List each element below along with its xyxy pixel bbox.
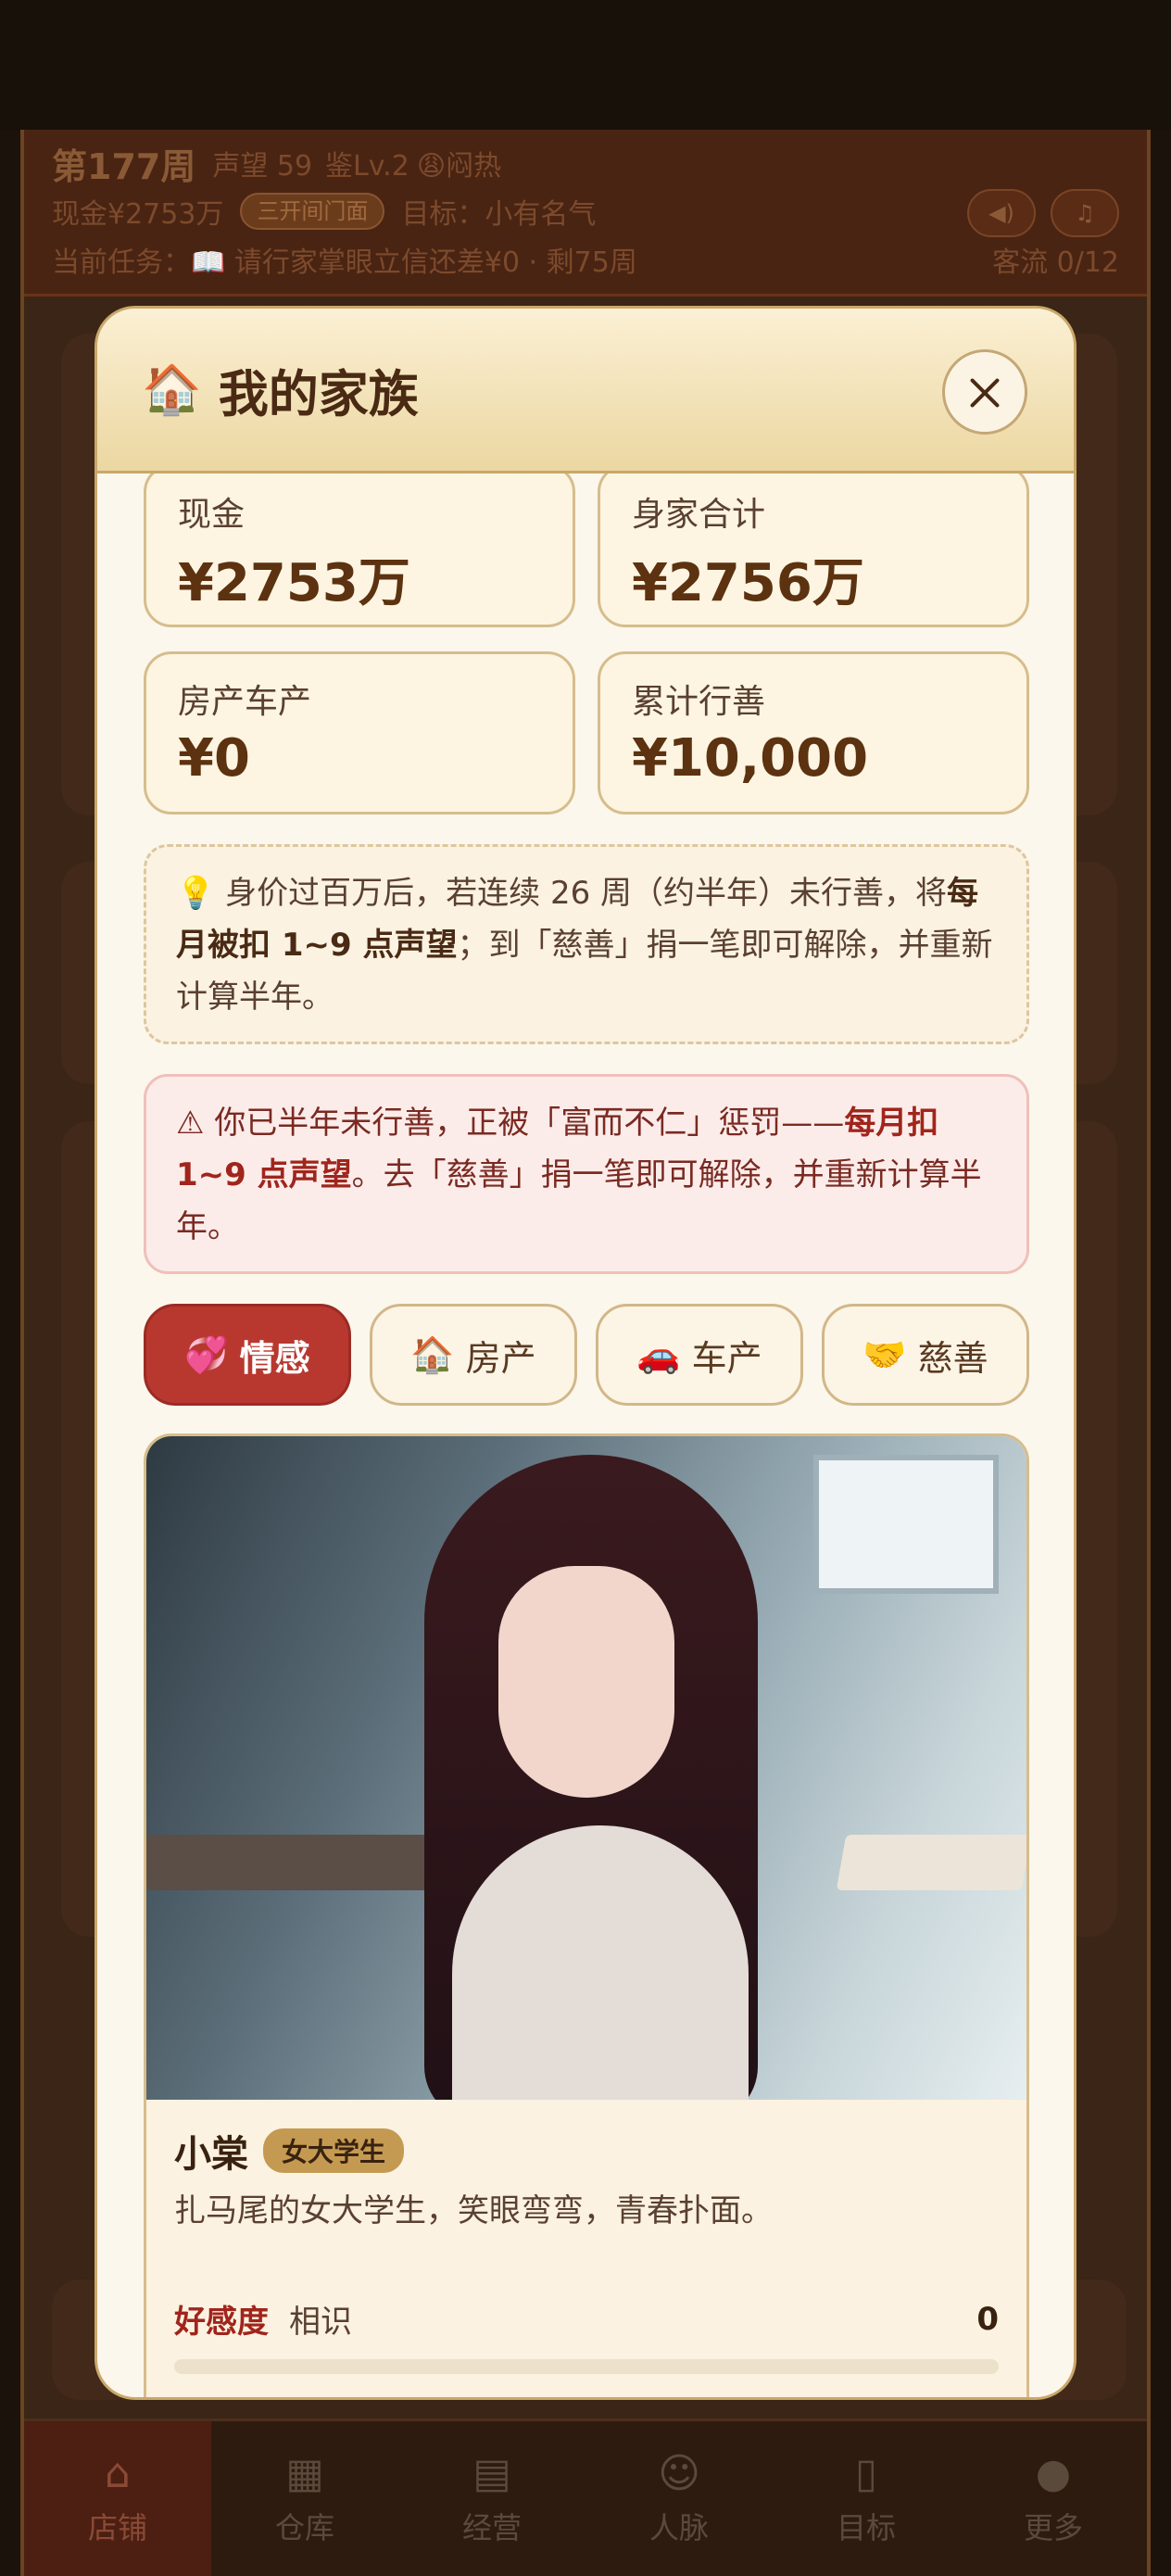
- stat-label: 房产车产: [178, 683, 312, 721]
- hearts-icon: 💞: [184, 1333, 229, 1375]
- warning-text: ⚠ 你已半年未行善，正被「富而不仁」惩罚——: [176, 1105, 845, 1142]
- stat-label: 现金: [178, 496, 246, 534]
- visitor-count: 客流 0/12: [992, 246, 1119, 279]
- nav-label: 店铺: [87, 2510, 147, 2545]
- companion-card: 小棠 女大学生 扎马尾的女大学生，笑眼弯弯，青春扑面。 好感度 相识 0: [144, 1433, 1029, 2397]
- companion-description: 扎马尾的女大学生，笑眼弯弯，青春扑面。: [174, 2192, 773, 2229]
- photo-book: [836, 1835, 1026, 1890]
- music-note-icon[interactable]: ♫: [1051, 189, 1119, 237]
- handshake-icon: 🤝: [863, 1333, 907, 1375]
- speaker-icon[interactable]: ◀): [967, 189, 1036, 237]
- photo-window: [813, 1455, 999, 1594]
- nav-label: 目标: [836, 2510, 896, 2545]
- photo-desk: [146, 1835, 443, 1890]
- ledger-icon: ▤: [472, 2450, 511, 2497]
- stat-cash: 现金 ¥2753万: [144, 474, 575, 627]
- tab-property[interactable]: 🏠 房产: [370, 1304, 577, 1406]
- nav-goals[interactable]: ▯ 目标: [773, 2421, 960, 2576]
- target-icon: ▯: [854, 2450, 878, 2497]
- penalty-warning: ⚠ 你已半年未行善，正被「富而不仁」惩罚——每月扣 1~9 点声望。去「慈善」捐…: [144, 1074, 1029, 1274]
- reputation-value: 声望 59: [212, 150, 313, 183]
- stat-value: ¥0: [178, 728, 250, 789]
- current-task: 当前任务：📖 请行家掌眼立信还差¥0 · 剩75周: [52, 246, 637, 279]
- nav-warehouse[interactable]: ▦ 仓库: [211, 2421, 398, 2576]
- nav-label: 人脉: [648, 2510, 709, 2545]
- nav-more[interactable]: ● 更多: [960, 2421, 1147, 2576]
- appraisal-level: 鉴Lv.2: [325, 150, 409, 183]
- people-icon: ☺: [658, 2450, 700, 2497]
- warehouse-icon: ▦: [285, 2450, 324, 2497]
- house-icon: 🏠: [142, 362, 202, 418]
- more-icon: ●: [1035, 2450, 1072, 2497]
- tab-vehicle[interactable]: 🚗 车产: [596, 1304, 803, 1406]
- nav-label: 更多: [1023, 2510, 1083, 2545]
- tip-text: 💡 身价过百万后，若连续 26 周（约半年）未行善，将: [176, 875, 948, 912]
- nav-label: 仓库: [274, 2510, 334, 2545]
- nav-business[interactable]: ▤ 经营: [398, 2421, 586, 2576]
- hud-header: 第177周 声望 59 鉴Lv.2 😩闷热 现金¥2753万 三开间门面 目标：…: [24, 130, 1147, 297]
- stat-value: ¥2756万: [632, 553, 864, 613]
- tab-label: 情感: [239, 1337, 310, 1379]
- stat-charity: 累计行善 ¥10,000: [598, 651, 1029, 814]
- close-button[interactable]: [942, 349, 1027, 435]
- affection-label: 好感度: [174, 2304, 269, 2341]
- tab-label: 房产: [465, 1337, 536, 1379]
- tab-emotion[interactable]: 💞 情感: [144, 1304, 351, 1406]
- affection-stage: 相识: [289, 2304, 352, 2341]
- modal-header: 🏠 我的家族: [97, 309, 1074, 474]
- companion-name: 小棠: [174, 2133, 248, 2176]
- house-icon: 🏠: [410, 1333, 455, 1375]
- tab-label: 慈善: [917, 1337, 988, 1379]
- companion-tag: 女大学生: [263, 2128, 405, 2173]
- status-bar: [0, 0, 1171, 130]
- tab-label: 车产: [691, 1337, 762, 1379]
- charity-tip: 💡 身价过百万后，若连续 26 周（约半年）未行善，将每月被扣 1~9 点声望；…: [144, 844, 1029, 1044]
- companion-photo: [146, 1436, 1026, 2100]
- family-modal: 🏠 我的家族 现金 ¥2753万 身家合计 ¥2756万 房产车产 ¥0 累计行…: [94, 306, 1077, 2400]
- nav-label: 经营: [461, 2510, 522, 2545]
- bottom-nav: ⌂ 店铺 ▦ 仓库 ▤ 经营 ☺ 人脉 ▯ 目标 ● 更多: [24, 2418, 1147, 2576]
- affection-bar: [174, 2359, 999, 2374]
- stat-label: 身家合计: [632, 496, 766, 534]
- companion-name-row: 小棠 女大学生: [174, 2124, 405, 2178]
- nav-contacts[interactable]: ☺ 人脉: [586, 2421, 773, 2576]
- tab-charity[interactable]: 🤝 慈善: [822, 1304, 1029, 1406]
- affection-value: 0: [976, 2300, 999, 2338]
- goal-text: 目标：小有名气: [401, 198, 597, 231]
- week-counter: 第177周: [52, 145, 196, 187]
- stat-value: ¥2753万: [178, 553, 410, 613]
- shop-icon: ⌂: [105, 2450, 131, 2497]
- stat-net-worth: 身家合计 ¥2756万: [598, 474, 1029, 627]
- expand-shop-button[interactable]: 三开间门面: [240, 193, 385, 230]
- nav-shop[interactable]: ⌂ 店铺: [24, 2421, 211, 2576]
- stat-value: ¥10,000: [632, 728, 869, 789]
- photo-face: [498, 1566, 674, 1798]
- stat-label: 累计行善: [632, 683, 766, 721]
- car-icon: 🚗: [636, 1333, 681, 1375]
- hud-cash: 现金¥2753万: [52, 198, 224, 231]
- modal-title: 我的家族: [218, 365, 419, 423]
- family-tabs: 💞 情感 🏠 房产 🚗 车产 🤝 慈善: [144, 1304, 1029, 1406]
- modal-scroll-area[interactable]: 现金 ¥2753万 身家合计 ¥2756万 房产车产 ¥0 累计行善 ¥10,0…: [97, 474, 1074, 2397]
- stat-property: 房产车产 ¥0: [144, 651, 575, 814]
- affection-row: 好感度 相识 0: [174, 2296, 999, 2342]
- weather-status: 😩闷热: [416, 150, 502, 183]
